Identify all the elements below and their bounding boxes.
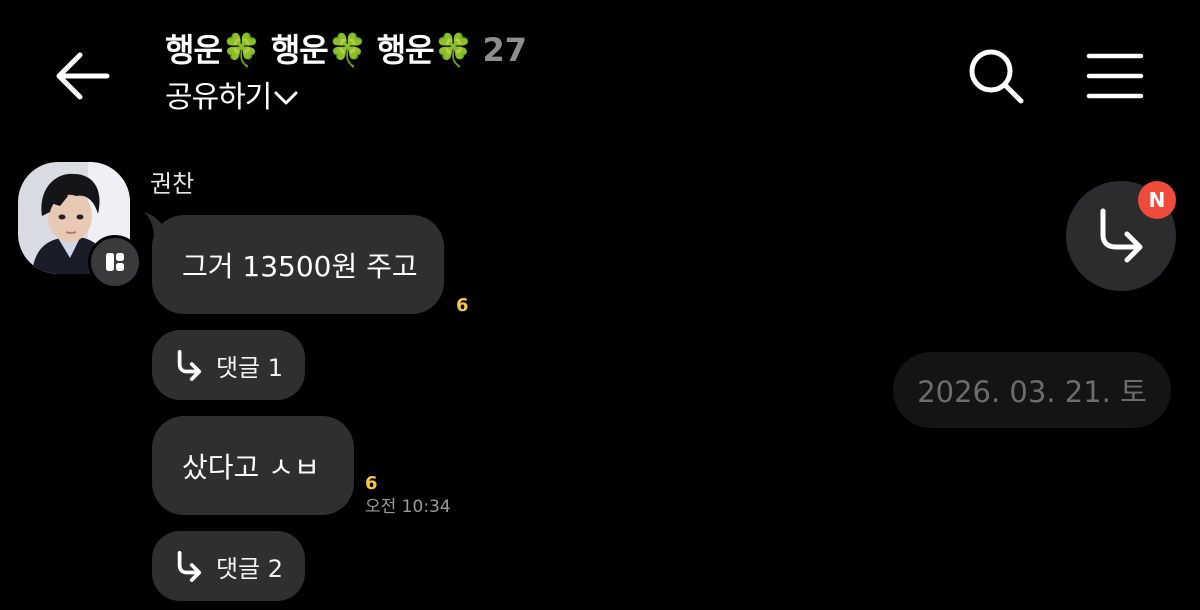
message-time: 오전 10:34	[365, 497, 451, 517]
hamburger-menu-icon	[1086, 53, 1144, 99]
search-icon	[969, 49, 1024, 104]
unread-count: 6	[456, 295, 469, 316]
reply-arrow-icon	[1100, 208, 1143, 263]
reply-count-label: 댓글 2	[215, 554, 283, 583]
chat-screen: 행운🍀 행운🍀 행운🍀 27 공유하기 권찬 그거 13500원 주고 6 댓글…	[0, 0, 1200, 610]
reply-arrow-icon	[177, 551, 202, 582]
unread-count: 6	[365, 473, 378, 494]
new-badge: N	[1138, 181, 1176, 219]
chat-title: 행운🍀 행운🍀 행운🍀	[165, 31, 473, 69]
search-button[interactable]	[962, 42, 1030, 110]
share-dropdown[interactable]: 공유하기	[165, 78, 527, 118]
arrow-left-icon	[56, 52, 110, 100]
back-button[interactable]	[48, 42, 116, 110]
reply-thread-button[interactable]: 댓글 2	[152, 531, 305, 601]
reply-count-label: 댓글 1	[215, 353, 283, 382]
menu-button[interactable]	[1080, 42, 1150, 110]
share-label: 공유하기	[165, 80, 272, 115]
message-bubble[interactable]: 샀다고 ㅅㅂ	[152, 416, 354, 515]
date-separator: 2026. 03. 21. 토	[893, 352, 1171, 428]
sender-name: 권찬	[150, 170, 195, 198]
kakao-profile-icon	[106, 253, 124, 271]
message-bubble[interactable]: 그거 13500원 주고	[152, 215, 444, 314]
reply-thread-button[interactable]: 댓글 1	[152, 330, 305, 400]
profile-badge	[88, 235, 142, 289]
member-count: 27	[482, 31, 527, 69]
reply-arrow-icon	[177, 350, 202, 381]
message-text: 그거 13500원 주고	[182, 249, 418, 283]
message-text: 샀다고 ㅅㅂ	[182, 450, 320, 484]
chat-header: 행운🍀 행운🍀 행운🍀 27 공유하기	[165, 28, 527, 118]
chevron-down-icon	[274, 91, 298, 105]
